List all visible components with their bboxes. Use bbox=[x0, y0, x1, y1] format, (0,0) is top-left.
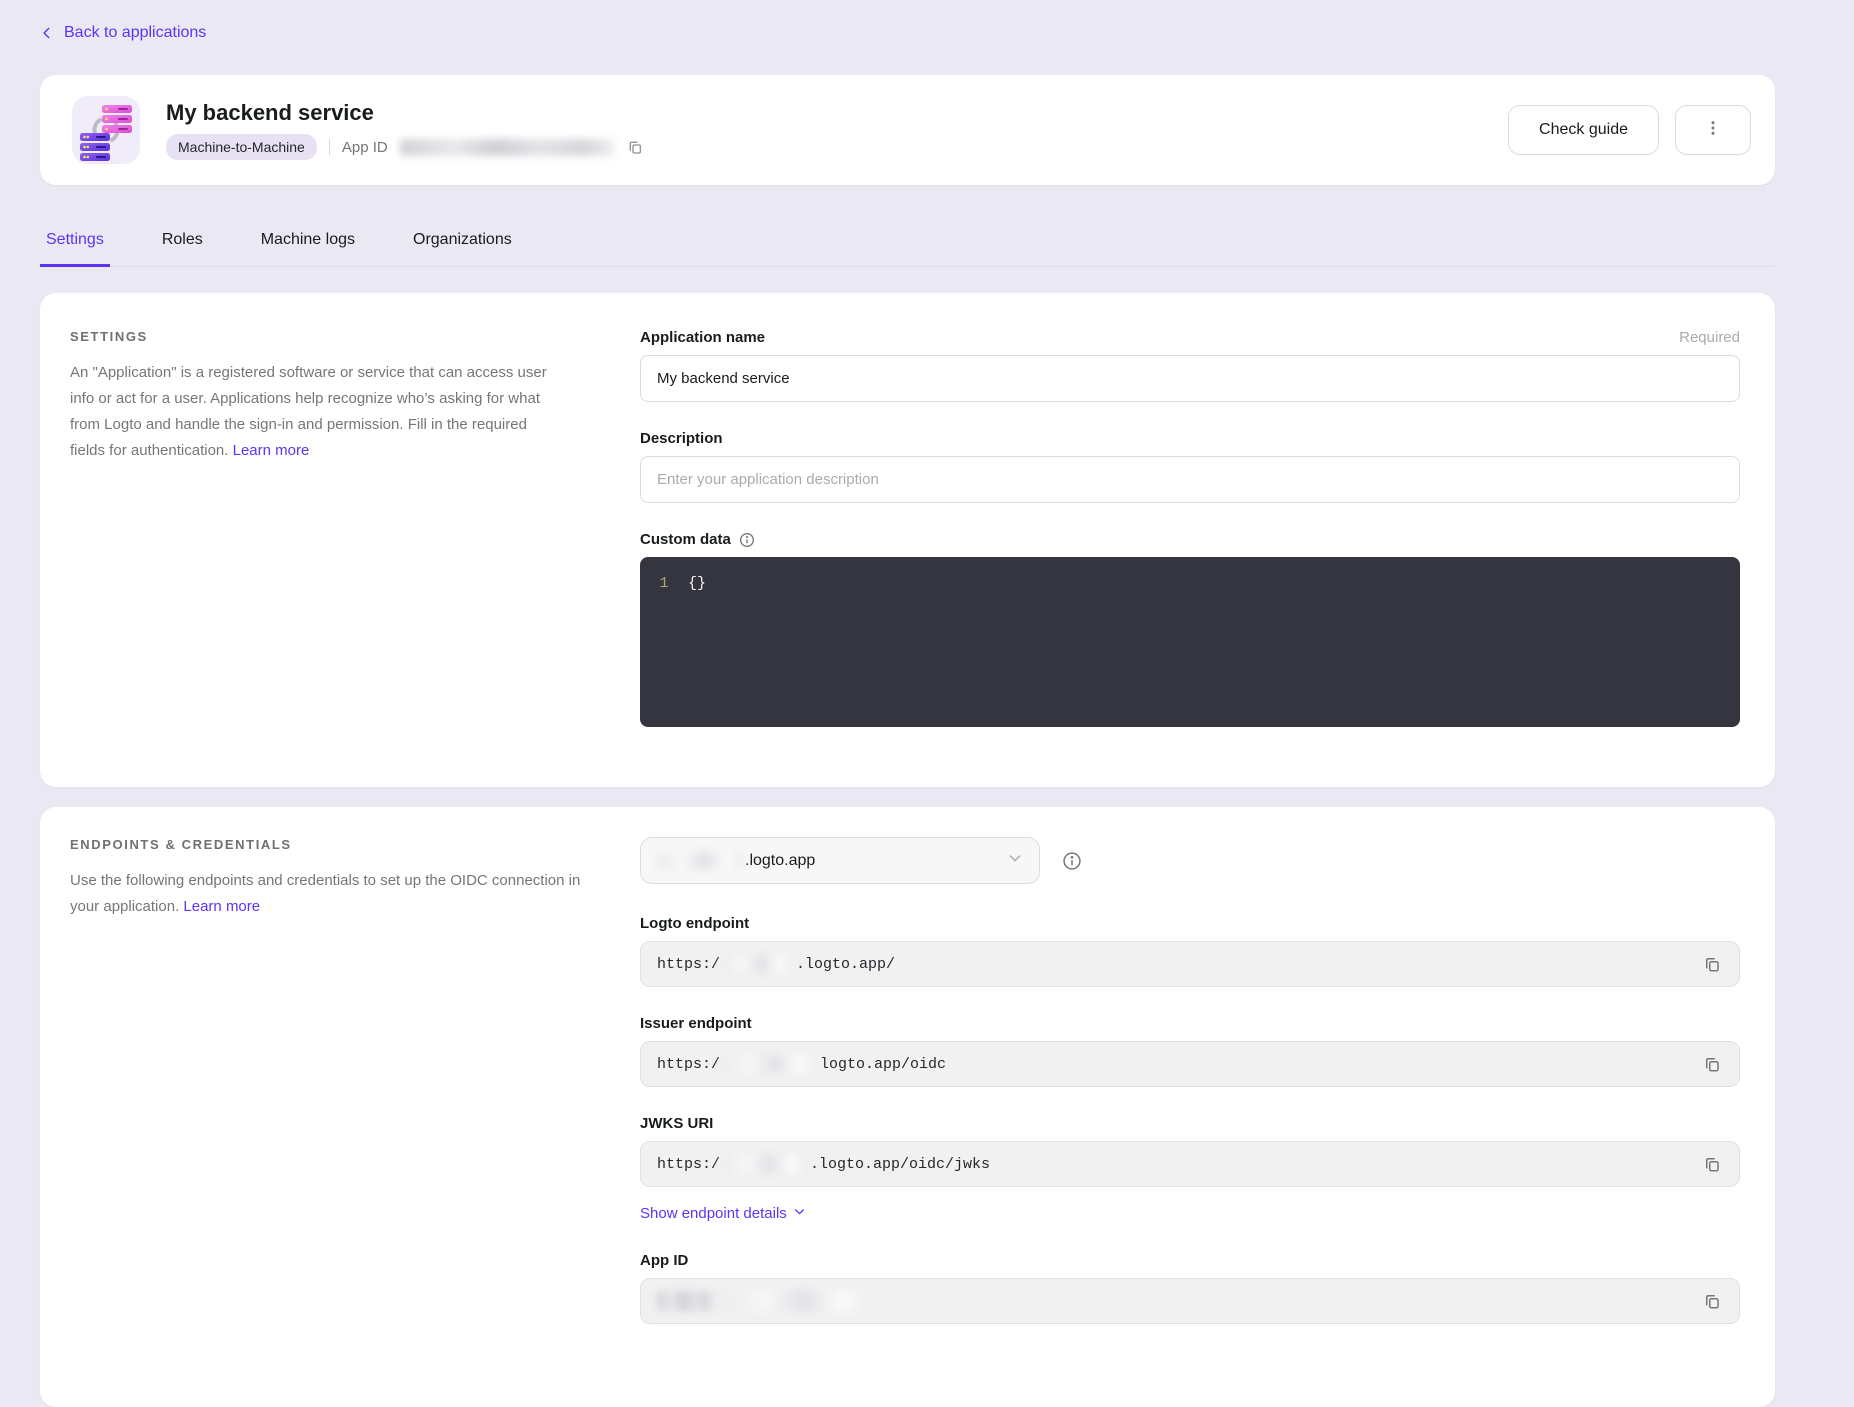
logto-endpoint-redacted bbox=[722, 955, 794, 973]
logto-endpoint-value-field: https:/ .logto.app/ bbox=[640, 941, 1740, 987]
chevron-down-icon bbox=[793, 1205, 806, 1222]
jwks-uri-field-row: JWKS URI https:/ .logto.app/oidc/jwks bbox=[640, 1115, 1740, 1187]
settings-section-card: SETTINGS An "Application" is a registere… bbox=[40, 293, 1775, 787]
issuer-endpoint-value-field: https:/ logto.app/oidc bbox=[640, 1041, 1740, 1087]
settings-section-intro: SETTINGS An "Application" is a registere… bbox=[70, 329, 640, 751]
jwks-uri-redacted bbox=[722, 1155, 808, 1173]
logto-endpoint-field-row: Logto endpoint https:/ .logto.app/ bbox=[640, 915, 1740, 987]
show-endpoint-details-label: Show endpoint details bbox=[640, 1205, 787, 1222]
copy-icon[interactable] bbox=[1701, 1053, 1723, 1075]
app-id-redacted-value bbox=[400, 139, 615, 156]
more-actions-button[interactable] bbox=[1675, 105, 1751, 155]
domain-suffix: .logto.app bbox=[745, 852, 815, 870]
tab-organizations[interactable]: Organizations bbox=[407, 231, 518, 267]
application-name-label: Application name bbox=[640, 329, 765, 346]
endpoints-learn-more-link[interactable]: Learn more bbox=[183, 898, 260, 915]
code-content[interactable]: {} bbox=[688, 573, 706, 711]
endpoints-form: .logto.app Logto endpoint https:/ .logto… bbox=[640, 837, 1740, 1371]
back-link-label: Back to applications bbox=[64, 24, 206, 42]
application-name-input[interactable] bbox=[640, 355, 1740, 402]
check-guide-button[interactable]: Check guide bbox=[1508, 105, 1659, 155]
issuer-endpoint-prefix: https:/ bbox=[657, 1056, 720, 1073]
page-title: My backend service bbox=[166, 100, 643, 126]
header-actions: Check guide bbox=[1508, 105, 1751, 155]
custom-data-label: Custom data bbox=[640, 531, 731, 548]
info-circle-icon[interactable] bbox=[1062, 851, 1082, 871]
copy-icon[interactable] bbox=[627, 139, 643, 155]
jwks-uri-prefix: https:/ bbox=[657, 1156, 720, 1173]
app-meta-row: Machine-to-Machine App ID bbox=[166, 134, 643, 160]
app-id-field-row: App ID bbox=[640, 1252, 1740, 1324]
app-header-info: My backend service Machine-to-Machine Ap… bbox=[166, 100, 643, 160]
application-details-page: Back to applications bbox=[40, 0, 1775, 1407]
logto-endpoint-suffix: .logto.app/ bbox=[796, 956, 895, 973]
app-type-badge: Machine-to-Machine bbox=[166, 134, 317, 160]
kebab-menu-icon bbox=[1704, 119, 1722, 142]
copy-icon[interactable] bbox=[1701, 1290, 1723, 1312]
app-header-card: My backend service Machine-to-Machine Ap… bbox=[40, 75, 1775, 185]
app-id-label: App ID bbox=[342, 139, 388, 156]
tab-machine-logs[interactable]: Machine logs bbox=[255, 231, 361, 267]
jwks-uri-suffix: .logto.app/oidc/jwks bbox=[810, 1156, 990, 1173]
chevron-down-icon bbox=[1007, 850, 1023, 871]
app-detail-tabs: Settings Roles Machine logs Organization… bbox=[40, 231, 1775, 267]
tenant-id-redacted bbox=[657, 852, 743, 870]
description-field-row: Description bbox=[640, 430, 1740, 503]
endpoints-section-card: ENDPOINTS & CREDENTIALS Use the followin… bbox=[40, 807, 1775, 1407]
issuer-endpoint-suffix: logto.app/oidc bbox=[820, 1056, 946, 1073]
logto-endpoint-prefix: https:/ bbox=[657, 956, 720, 973]
app-id-field-label: App ID bbox=[640, 1252, 688, 1269]
issuer-endpoint-redacted bbox=[722, 1055, 818, 1073]
settings-form: Application name Required Description Cu… bbox=[640, 329, 1740, 751]
jwks-uri-label: JWKS URI bbox=[640, 1115, 713, 1132]
issuer-endpoint-field-row: Issuer endpoint https:/ logto.app/oidc bbox=[640, 1015, 1740, 1087]
custom-data-field-row: Custom data 1 {} bbox=[640, 531, 1740, 727]
copy-icon[interactable] bbox=[1701, 953, 1723, 975]
jwks-uri-value-field: https:/ .logto.app/oidc/jwks bbox=[640, 1141, 1740, 1187]
endpoints-section-description: Use the following endpoints and credenti… bbox=[70, 872, 580, 915]
app-id-redacted-1 bbox=[657, 1291, 715, 1311]
show-endpoint-details-link[interactable]: Show endpoint details bbox=[640, 1205, 806, 1222]
settings-learn-more-link[interactable]: Learn more bbox=[233, 442, 310, 459]
machine-to-machine-icon bbox=[72, 96, 140, 164]
tab-settings[interactable]: Settings bbox=[40, 231, 110, 267]
chevron-left-icon bbox=[40, 26, 54, 40]
meta-divider bbox=[329, 139, 330, 155]
endpoints-section-intro: ENDPOINTS & CREDENTIALS Use the followin… bbox=[70, 837, 640, 1371]
domain-select-row: .logto.app bbox=[640, 837, 1740, 884]
description-label: Description bbox=[640, 430, 723, 447]
application-name-field-row: Application name Required bbox=[640, 329, 1740, 402]
info-circle-icon[interactable] bbox=[739, 532, 755, 548]
logto-endpoint-label: Logto endpoint bbox=[640, 915, 749, 932]
copy-icon[interactable] bbox=[1701, 1153, 1723, 1175]
description-input[interactable] bbox=[640, 456, 1740, 503]
custom-data-code-editor[interactable]: 1 {} bbox=[640, 557, 1740, 727]
code-line-number: 1 bbox=[640, 573, 688, 711]
back-to-applications-link[interactable]: Back to applications bbox=[40, 24, 206, 42]
settings-section-heading: SETTINGS bbox=[70, 329, 580, 344]
domain-select[interactable]: .logto.app bbox=[640, 837, 1040, 884]
issuer-endpoint-label: Issuer endpoint bbox=[640, 1015, 752, 1032]
app-id-value-field bbox=[640, 1278, 1740, 1324]
app-id-redacted-2 bbox=[721, 1290, 871, 1312]
required-tag: Required bbox=[1679, 329, 1740, 346]
endpoints-section-heading: ENDPOINTS & CREDENTIALS bbox=[70, 837, 580, 852]
tab-roles[interactable]: Roles bbox=[156, 231, 209, 267]
